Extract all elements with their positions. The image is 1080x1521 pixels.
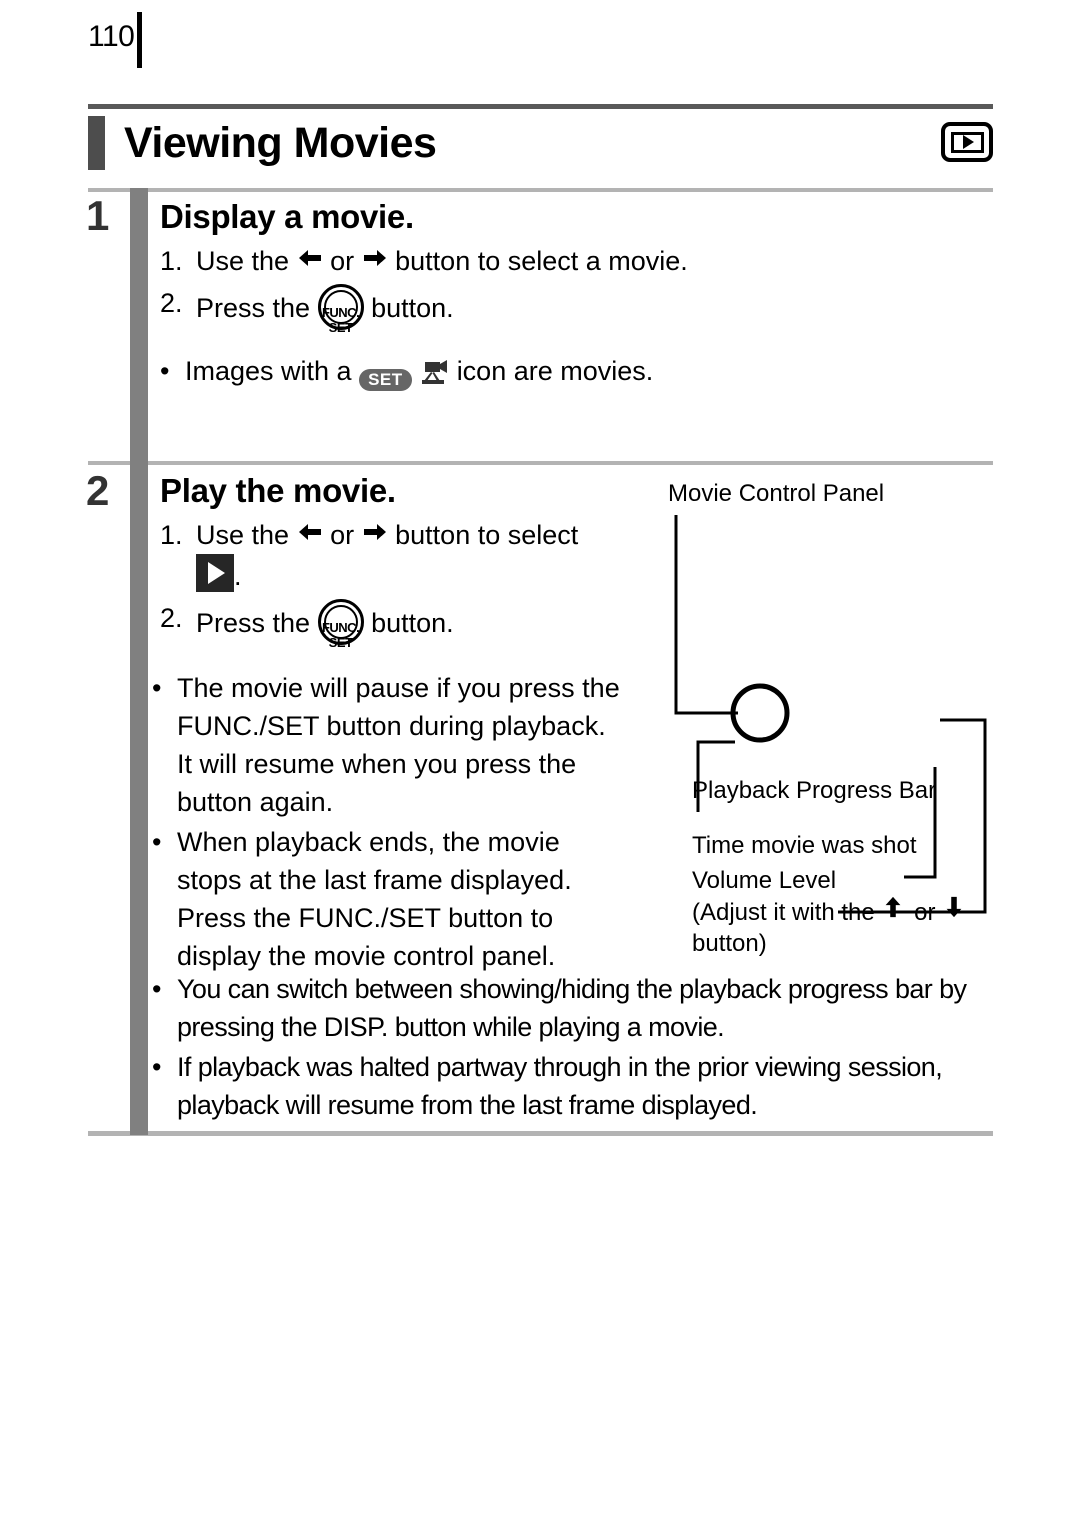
page-number: 110 [88,20,135,53]
down-arrow-icon [942,895,968,921]
note-text: When playback ends, the movie stops at t… [177,827,572,971]
step-2-heading: Play the movie. [160,472,396,509]
func-set-bottom-label: SET [328,635,353,650]
divider-bottom [88,1131,993,1136]
note-item: • The movie will pause if you press the … [152,669,627,821]
instruction-text-pre: Press the [196,608,311,638]
instruction-text-tail: . [234,561,242,591]
callout-playback-progress-bar: Playback Progress Bar [692,777,937,804]
instruction-text-post: button to select [395,520,579,550]
note-item: • If playback was halted partway through… [152,1048,997,1124]
right-arrow-icon [362,245,388,271]
left-arrow-icon [297,245,323,271]
func-set-bottom-label: SET [328,320,353,335]
playback-icon-frame [950,131,984,153]
step-2-notes: • The movie will pause if you press the … [152,669,627,977]
note-text: You can switch between showing/hiding th… [177,974,967,1042]
list-marker: 2. [160,603,183,633]
note-text-pre: Images with a [185,356,352,386]
step-1-note-1: • Images with a SET icon are movies. [160,352,720,391]
list-marker: 2. [160,288,183,318]
note-item: • When playback ends, the movie stops at… [152,823,627,975]
movie-camera-icon [419,359,449,387]
diagram-title: Movie Control Panel [668,480,885,507]
general-notes: • You can switch between showing/hiding … [152,970,997,1126]
step-1-body: Display a movie. 1. Use the or button to… [160,198,720,393]
volume-note-mid: or [914,899,936,926]
page-number-rule [137,12,143,68]
page-title: Viewing Movies [124,118,437,167]
step-number-2: 2 [86,467,110,514]
func-set-button-icon: FUNC. SET [317,599,364,650]
step-vertical-bar [130,188,148,1135]
callout-time-movie-was-shot: Time movie was shot [692,832,917,859]
step-1-heading: Display a movie. [160,198,414,235]
step-number-1: 1 [86,192,110,239]
instruction-text-pre: Press the [196,293,311,323]
volume-adjust-note: (Adjust it with the or button) [692,895,992,959]
note-text-post: icon are movies. [456,356,654,386]
instruction-text-post: button to select a movie. [395,246,688,276]
step-2-instruction-2: 2. Press the FUNC. SET button. [160,599,630,650]
volume-note-pre: (Adjust it with the [692,899,875,926]
step-2-body: Play the movie. 1. Use the or button to … [160,472,630,650]
movie-control-panel-diagram: Movie Control Panel Playback Progress Ba… [640,470,1000,957]
step-1-instructions: 1. Use the or button to select a movie. … [160,242,720,335]
page-number-block: 110 [88,12,143,68]
note-text: The movie will pause if you press the FU… [177,673,620,817]
instruction-text-pre: Use the [196,246,290,276]
instruction-text-pre: Use the [196,520,290,550]
step-1-instruction-1: 1. Use the or button to select a movie. [160,242,720,280]
list-marker: 1. [160,246,183,276]
list-marker: 1. [160,520,183,550]
func-set-button-icon: FUNC. SET [317,284,364,335]
bullet-dot: • [160,356,170,386]
step-2-instruction-1: 1. Use the or button to select . [160,516,630,595]
note-item: • You can switch between showing/hiding … [152,970,997,1046]
bullet-dot: • [152,974,162,1004]
instruction-text-post: button. [371,608,454,638]
divider-between-steps [88,461,993,465]
page-title-bar: Viewing Movies [88,112,993,174]
set-pill-icon: SET [359,369,412,391]
playback-mode-icon [941,122,993,162]
bullet-dot: • [152,827,162,857]
left-arrow-icon [297,519,323,545]
callout-volume-level: Volume Level [692,867,837,894]
playback-icon-triangle [962,135,974,149]
right-arrow-icon [362,519,388,545]
up-arrow-icon [881,895,907,921]
volume-note-post: button) [692,930,767,957]
step-2-instructions: 1. Use the or button to select . 2. Pres… [160,516,630,650]
title-accent-block [88,116,105,170]
bullet-dot: • [152,673,162,703]
instruction-text-post: button. [371,293,454,323]
instruction-text-mid: or [330,246,355,276]
instruction-text-mid: or [330,520,355,550]
divider-above-step-1 [88,188,993,192]
play-icon [196,554,234,592]
bullet-dot: • [152,1052,162,1082]
title-top-rule [88,104,993,109]
step-1-instruction-2: 2. Press the FUNC. SET button. [160,284,720,335]
note-text: If playback was halted partway through i… [177,1052,943,1120]
